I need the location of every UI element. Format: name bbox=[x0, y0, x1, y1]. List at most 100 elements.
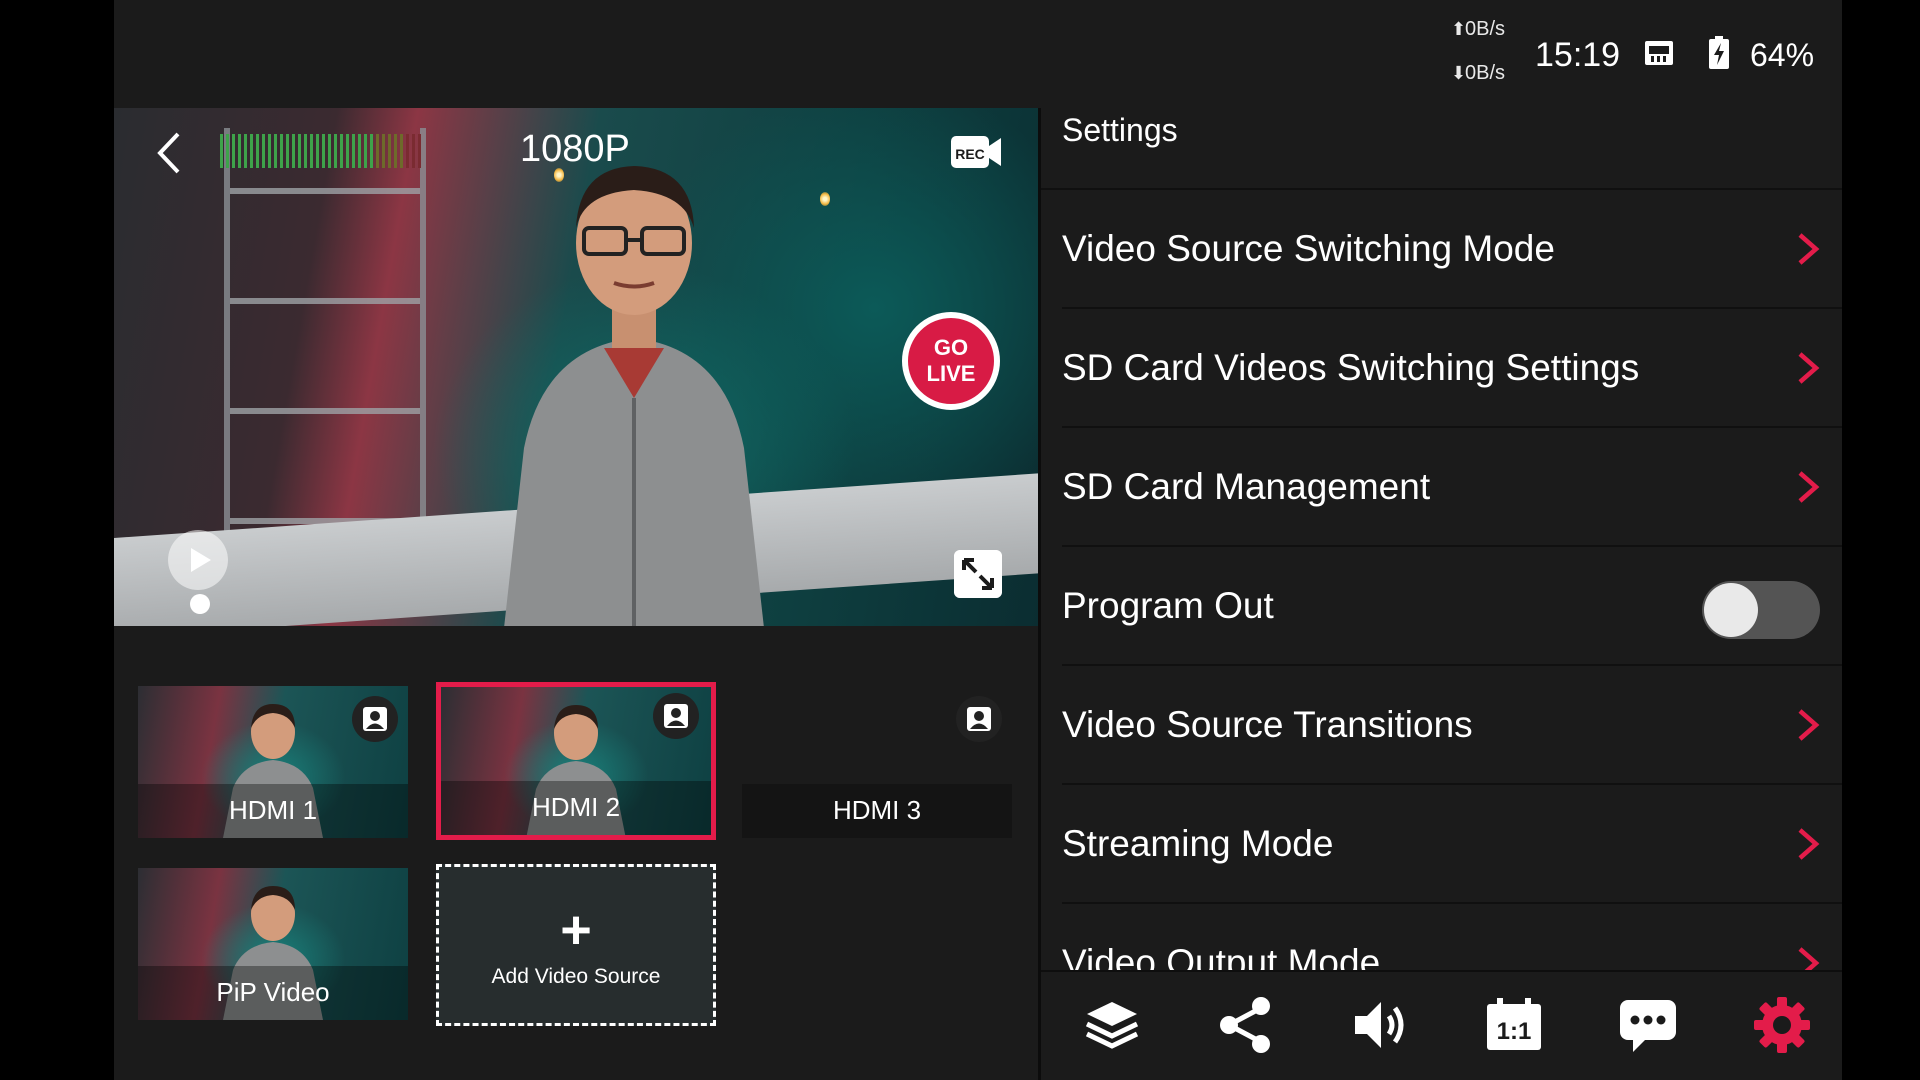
background-shelf bbox=[224, 128, 426, 568]
chevron-right-icon bbox=[1798, 233, 1820, 265]
level-bar bbox=[358, 134, 361, 168]
app-window: ⬆0B/s ⬇0B/s 15:19 64% 1080P REC GO LIVE … bbox=[114, 0, 1842, 1080]
source-tile-hdmi3[interactable]: HDMI 3 bbox=[742, 686, 1012, 838]
level-bar bbox=[340, 134, 343, 168]
level-bar bbox=[352, 134, 355, 168]
go-live-button[interactable]: GO LIVE bbox=[902, 312, 1000, 410]
level-bar bbox=[364, 134, 367, 168]
settings-item-label: SD Card Management bbox=[1062, 466, 1431, 507]
source-tile-hdmi2[interactable]: HDMI 2 bbox=[436, 682, 716, 840]
settings-item-label: Video Source Transitions bbox=[1062, 704, 1473, 745]
level-bar bbox=[280, 134, 283, 168]
level-bar bbox=[304, 134, 307, 168]
level-bar bbox=[292, 134, 295, 168]
settings-item-label: Video Output Mode bbox=[1062, 942, 1381, 970]
level-bar bbox=[382, 134, 385, 168]
settings-title: Settings bbox=[1062, 112, 1178, 148]
level-bar bbox=[310, 134, 313, 168]
go-live-label-line2: LIVE bbox=[926, 361, 976, 386]
download-speed: ⬇0B/s bbox=[1451, 62, 1506, 84]
level-bar bbox=[238, 134, 241, 168]
settings-item-program-out: Program Out bbox=[1062, 547, 1842, 666]
playback-scrubber-handle[interactable] bbox=[190, 594, 210, 614]
play-icon[interactable] bbox=[168, 530, 228, 590]
layers-icon[interactable] bbox=[1081, 994, 1143, 1056]
add-video-source-button[interactable]: + Add Video Source bbox=[436, 864, 716, 1026]
level-bar bbox=[262, 134, 265, 168]
battery-charging-icon bbox=[1709, 36, 1729, 69]
settings-item-label: Streaming Mode bbox=[1062, 823, 1334, 864]
level-bar bbox=[322, 134, 325, 168]
chevron-right-icon bbox=[1798, 709, 1820, 741]
aspect-ratio-label: 1:1 bbox=[1497, 1018, 1532, 1045]
camera-user-icon[interactable] bbox=[653, 693, 699, 739]
resolution-label: 1080P bbox=[520, 128, 630, 170]
fullscreen-icon[interactable] bbox=[954, 550, 1002, 598]
level-bar bbox=[334, 134, 337, 168]
level-bar bbox=[232, 134, 235, 168]
level-bar bbox=[412, 134, 415, 168]
status-bar: ⬆0B/s ⬇0B/s 15:19 64% bbox=[114, 0, 1842, 108]
source-tile-pip-video[interactable]: PiP Video bbox=[138, 868, 408, 1020]
settings-item-sd-card-management[interactable]: SD Card Management bbox=[1062, 428, 1842, 547]
settings-item-video-source-switching-mode[interactable]: Video Source Switching Mode bbox=[1062, 190, 1842, 309]
level-bar bbox=[406, 134, 409, 168]
source-name: HDMI 1 bbox=[138, 784, 408, 838]
chevron-right-icon bbox=[1798, 471, 1820, 503]
chevron-right-icon bbox=[1798, 352, 1820, 384]
level-bar bbox=[226, 134, 229, 168]
clock: 15:19 bbox=[1535, 36, 1621, 74]
source-name: PiP Video bbox=[138, 966, 408, 1020]
share-icon[interactable] bbox=[1215, 994, 1277, 1056]
level-bar bbox=[346, 134, 349, 168]
back-icon[interactable] bbox=[150, 130, 190, 176]
level-bar bbox=[220, 134, 223, 168]
source-name: HDMI 2 bbox=[441, 781, 711, 835]
level-bar bbox=[256, 134, 259, 168]
settings-gear-icon[interactable] bbox=[1751, 994, 1813, 1056]
level-bar bbox=[250, 134, 253, 168]
upload-arrow-icon: ⬆ bbox=[1451, 19, 1467, 39]
volume-icon[interactable] bbox=[1349, 994, 1411, 1056]
level-bar bbox=[418, 134, 421, 168]
settings-item-streaming-mode[interactable]: Streaming Mode bbox=[1062, 785, 1842, 904]
camera-user-icon[interactable] bbox=[956, 696, 1002, 742]
download-arrow-icon: ⬇ bbox=[1451, 63, 1467, 83]
svg-text:REC: REC bbox=[955, 146, 985, 162]
level-bar bbox=[400, 134, 403, 168]
settings-item-sd-card-videos-switching-settings[interactable]: SD Card Videos Switching Settings bbox=[1062, 309, 1842, 428]
settings-panel: Settings Video Source Switching Mode SD … bbox=[1041, 108, 1842, 970]
plus-icon: + bbox=[560, 900, 592, 960]
level-bar bbox=[316, 134, 319, 168]
source-tile-hdmi1[interactable]: HDMI 1 bbox=[138, 686, 408, 838]
chevron-right-icon bbox=[1798, 947, 1820, 970]
level-bar bbox=[370, 134, 373, 168]
source-name: HDMI 3 bbox=[742, 784, 1012, 838]
level-bar bbox=[394, 134, 397, 168]
program-out-toggle[interactable] bbox=[1702, 581, 1820, 639]
settings-item-video-source-transitions[interactable]: Video Source Transitions bbox=[1062, 666, 1842, 785]
audio-level-meter bbox=[220, 134, 421, 168]
upload-speed: ⬆0B/s bbox=[1451, 18, 1506, 40]
rec-camera-icon[interactable]: REC bbox=[950, 132, 1002, 172]
bottom-toolbar: 1:1 bbox=[1041, 970, 1842, 1080]
settings-item-video-output-mode[interactable]: Video Output Mode bbox=[1062, 904, 1842, 970]
settings-item-label: Program Out bbox=[1062, 585, 1274, 626]
camera-user-icon[interactable] bbox=[352, 696, 398, 742]
level-bar bbox=[376, 134, 379, 168]
chevron-right-icon bbox=[1798, 828, 1820, 860]
level-bar bbox=[328, 134, 331, 168]
battery-percentage: 64% bbox=[1750, 37, 1815, 73]
go-live-label-line1: GO bbox=[933, 335, 969, 360]
settings-item-label: SD Card Videos Switching Settings bbox=[1062, 347, 1640, 388]
level-bar bbox=[244, 134, 247, 168]
level-bar bbox=[274, 134, 277, 168]
level-bar bbox=[286, 134, 289, 168]
chat-icon[interactable] bbox=[1617, 994, 1679, 1056]
aspect-ratio-icon[interactable]: 1:1 bbox=[1483, 994, 1545, 1056]
add-video-source-label: Add Video Source bbox=[491, 965, 661, 988]
program-preview[interactable]: 1080P REC GO LIVE bbox=[114, 108, 1038, 626]
sim-card-icon bbox=[1645, 41, 1673, 65]
level-bar bbox=[388, 134, 391, 168]
presenter-image bbox=[504, 166, 764, 626]
